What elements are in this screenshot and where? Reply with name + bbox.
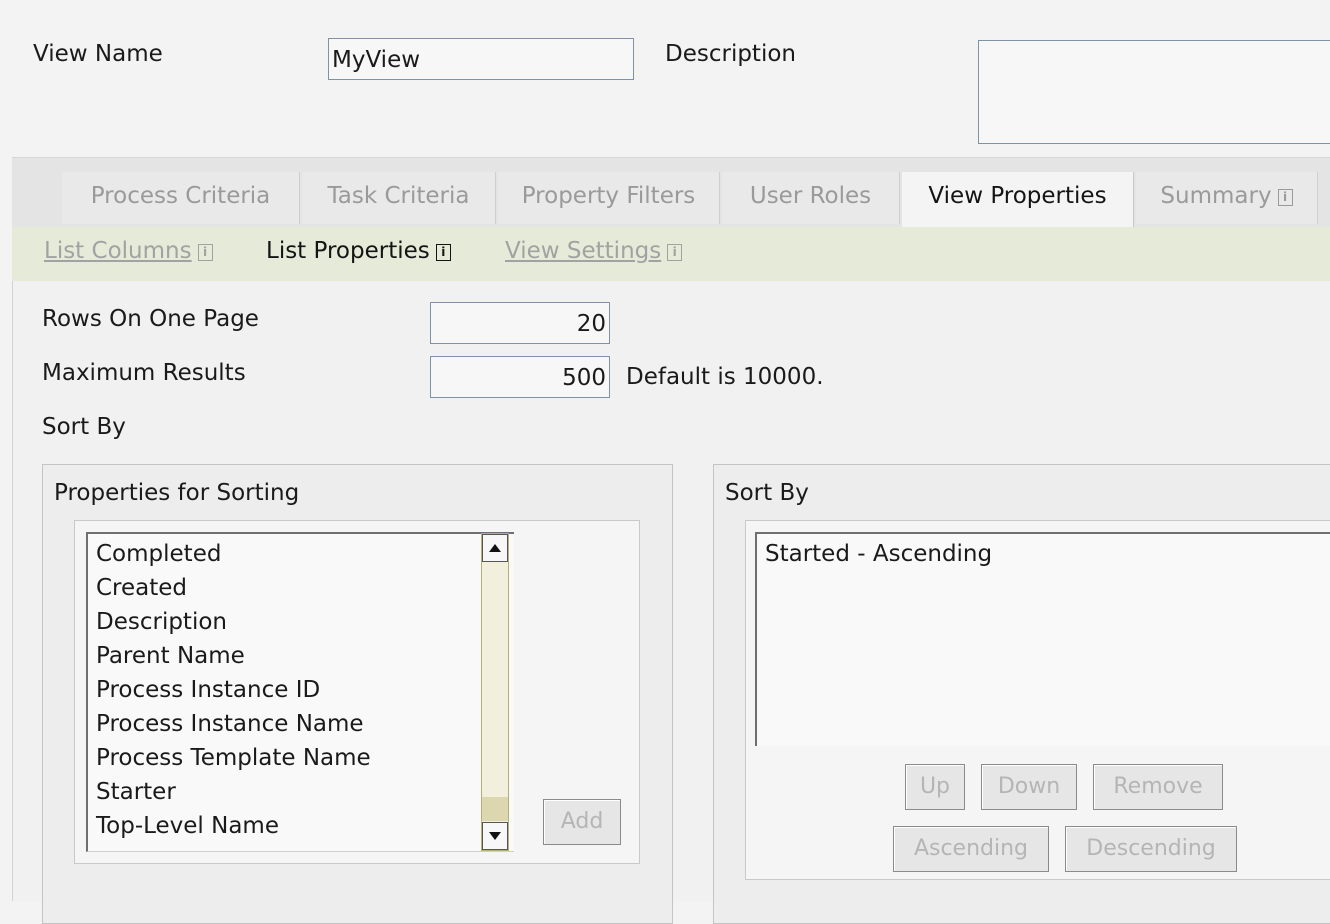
up-arrow-icon <box>489 544 501 552</box>
info-icon: i <box>435 244 451 261</box>
description-input[interactable] <box>978 40 1330 144</box>
rows-on-one-page-label: Rows On One Page <box>42 306 259 332</box>
tab-user-roles[interactable]: User Roles <box>722 172 900 224</box>
properties-listbox[interactable]: Completed Created Description Parent Nam… <box>86 532 514 852</box>
subtab-list-properties[interactable]: List Properties i <box>266 238 451 264</box>
list-item[interactable]: Completed <box>96 541 221 567</box>
tab-task-criteria[interactable]: Task Criteria <box>302 172 496 224</box>
tab-summary[interactable]: Summary i <box>1136 172 1318 224</box>
add-button[interactable]: Add <box>543 799 621 845</box>
subtab-view-settings-label: View Settings <box>505 238 662 264</box>
ascending-button[interactable]: Ascending <box>893 826 1049 872</box>
scroll-up-button[interactable] <box>482 534 508 562</box>
descending-button[interactable]: Descending <box>1065 826 1237 872</box>
sort-by-listbox[interactable]: Started - Ascending <box>755 532 1330 746</box>
remove-button[interactable]: Remove <box>1093 764 1223 810</box>
maximum-results-input[interactable]: 500 <box>430 356 610 398</box>
list-item[interactable]: Process Instance ID <box>96 677 320 703</box>
tab-property-filters[interactable]: Property Filters <box>498 172 720 224</box>
list-item[interactable]: Top-Level Name <box>96 813 279 839</box>
list-item[interactable]: Process Template Name <box>96 745 371 771</box>
list-item[interactable]: Process Instance Name <box>96 711 364 737</box>
scroll-down-button[interactable] <box>482 822 508 850</box>
info-icon: i <box>667 244 683 261</box>
list-item[interactable]: Parent Name <box>96 643 245 669</box>
tab-summary-label: Summary <box>1160 183 1272 209</box>
subtab-list-columns[interactable]: List Columns i <box>44 238 213 264</box>
list-item[interactable]: Description <box>96 609 227 635</box>
rows-on-one-page-input[interactable]: 20 <box>430 302 610 344</box>
list-item[interactable]: Starter <box>96 779 176 805</box>
tab-process-criteria[interactable]: Process Criteria <box>62 172 300 224</box>
description-label: Description <box>665 41 796 67</box>
subtab-list-columns-label: List Columns <box>44 238 192 264</box>
list-item[interactable]: Created <box>96 575 187 601</box>
info-icon: i <box>197 244 213 261</box>
up-button[interactable]: Up <box>905 764 965 810</box>
view-name-label: View Name <box>33 41 163 67</box>
sort-by-title: Sort By <box>725 480 809 506</box>
scroll-thumb[interactable] <box>482 797 508 821</box>
down-button[interactable]: Down <box>981 764 1077 810</box>
subtab-view-settings[interactable]: View Settings i <box>505 238 683 264</box>
down-arrow-icon <box>489 832 501 840</box>
list-item[interactable]: Started - Ascending <box>765 541 992 567</box>
properties-for-sorting-title: Properties for Sorting <box>54 480 300 506</box>
maximum-results-label: Maximum Results <box>42 360 246 386</box>
tab-view-properties[interactable]: View Properties <box>902 172 1134 230</box>
sort-by-heading: Sort By <box>42 414 126 440</box>
maximum-results-hint: Default is 10000. <box>626 364 824 390</box>
subtab-list-properties-label: List Properties <box>266 238 430 264</box>
view-name-input[interactable]: MyView <box>328 38 634 80</box>
info-icon: i <box>1277 189 1293 206</box>
